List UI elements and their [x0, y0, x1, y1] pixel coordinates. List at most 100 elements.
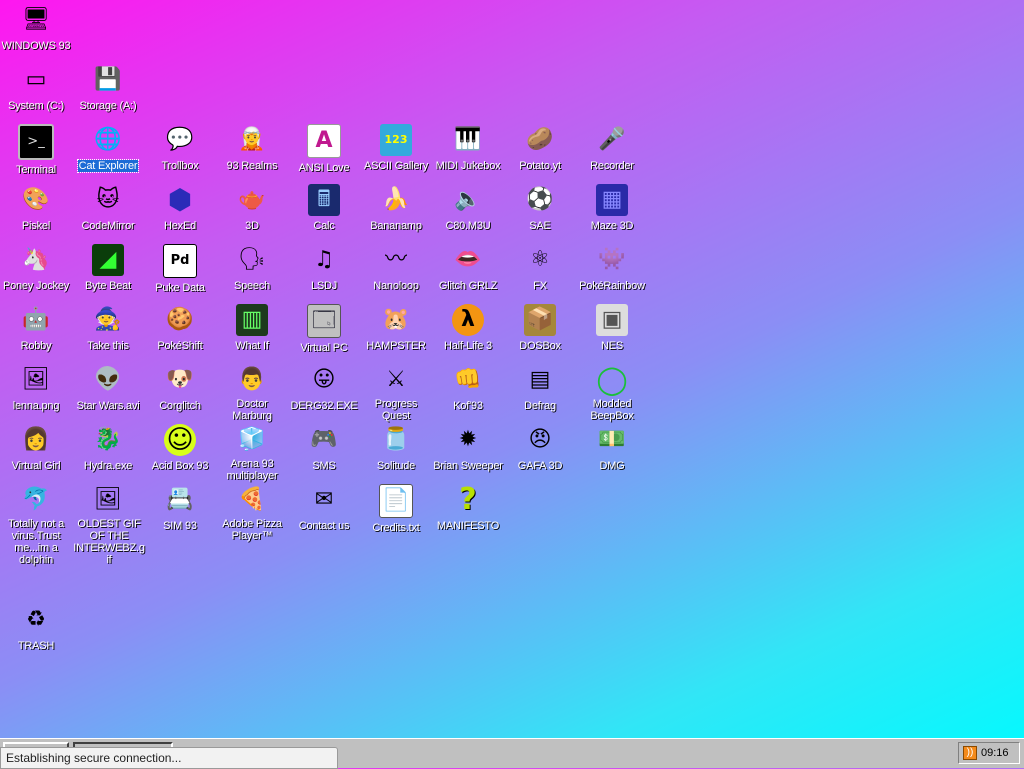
desktop-icon-virtual-pc[interactable]: 🗔 Virtual PC	[288, 304, 360, 356]
desktop-icon-lsdj[interactable]: ♫ LSDJ	[288, 244, 360, 294]
desktop-icon-label: Byte Beat	[85, 280, 131, 292]
desktop-icon-corglitch[interactable]: 🐶 Corglitch	[144, 364, 216, 414]
desktop-icon-c80m3u[interactable]: 🔈 C80.M3U	[432, 184, 504, 234]
desktop-icon-acid-box-93[interactable]: ☺ Acid Box 93	[144, 424, 216, 474]
desktop-icon-dolphin[interactable]: 🐬 Totally not a virus.Trust me...im a dol…	[0, 484, 72, 568]
desktop-icon-maze-3d[interactable]: ▦ Maze 3D	[576, 184, 648, 234]
desktop-icon-half-life-3[interactable]: λ Half-Life 3	[432, 304, 504, 354]
desktop-icon-label: MANIFESTO	[436, 520, 500, 532]
desktop-icon-93-realms[interactable]: 🧝 93 Realms	[216, 124, 288, 174]
desktop-icon-label: System (C:)	[8, 100, 64, 112]
maze-icon: ▦	[596, 184, 628, 216]
desktop-icon-pokeshift[interactable]: 🍪 PokéShift	[144, 304, 216, 354]
desktop-icon-dosbox[interactable]: 📦 DOSBox	[504, 304, 576, 354]
desktop-icon-brian-sweeper[interactable]: ✹ Brian Sweeper	[432, 424, 504, 474]
lambda-icon: λ	[452, 304, 484, 336]
desktop-icon-glitch-grlz[interactable]: 👄 Glitch GRLZ	[432, 244, 504, 294]
desktop-icon-midi-jukebox[interactable]: 🎹 MIDI Jukebox	[432, 124, 504, 174]
desktop-icon-oldest-gif[interactable]: 🖼 OLDEST GIF OF THE INTERWEBZ.gif	[72, 484, 145, 568]
desktop-icon-recorder[interactable]: 🎤 Recorder	[576, 124, 648, 174]
desktop-icon-contact-us[interactable]: ✉ Contact us	[288, 484, 360, 534]
desktop-icon-take-this[interactable]: 🧙 Take this	[72, 304, 144, 354]
desktop-icon-solitude[interactable]: 🫙 Solitude	[360, 424, 432, 474]
doctor-icon: 👨	[238, 367, 266, 392]
desktop-icon-bananamp[interactable]: 🍌 Bananamp	[360, 184, 432, 234]
desktop-icon-label: CodeMirror	[81, 220, 135, 232]
atom-icon: ⚛	[530, 247, 550, 272]
swords-icon: ⚔	[386, 367, 406, 392]
desktop-icon-sms[interactable]: 🎮 SMS	[288, 424, 360, 474]
desktop-icon-arena-93[interactable]: 🧊 Arena 93 multiplayer	[216, 424, 288, 484]
lsdj-icon: ♫	[314, 247, 334, 272]
desktop-icon-trash[interactable]: ♻ TRASH	[0, 604, 72, 654]
desktop-icon-byte-beat[interactable]: ◢ Byte Beat	[72, 244, 144, 294]
pizza-icon: 🍕	[238, 487, 266, 512]
desktop-icon-label: ANSI Love	[298, 162, 350, 174]
desktop-icon-fx[interactable]: ⚛ FX	[504, 244, 576, 294]
desktop-icon-poney-jockey[interactable]: 🦄 Poney Jockey	[0, 244, 72, 294]
desktop-icon-label: WINDOWS 93	[1, 40, 71, 52]
desktop-icon-hexed[interactable]: ⬢ HexEd	[144, 184, 216, 234]
desktop-icon-3d[interactable]: 🫖 3D	[216, 184, 288, 234]
desktop-icon-trollbox[interactable]: 💬 Trollbox	[144, 124, 216, 174]
desktop-icon-label: C80.M3U	[445, 220, 491, 232]
desktop-icon-sim93[interactable]: 📇 SIM 93	[144, 484, 216, 534]
desktop-icon-derg32[interactable]: 😛 DERG32.EXE	[288, 364, 360, 414]
status-bar: Establishing secure connection...	[0, 747, 338, 769]
lips-icon: 👄	[454, 247, 482, 272]
desktop-icon-piskel[interactable]: 🎨 Piskel	[0, 184, 72, 234]
desktop-icon-ansi-love[interactable]: A ANSI Love	[288, 124, 360, 176]
desktop-icon-gafa-3d[interactable]: 😠 GAFA 3D	[504, 424, 576, 474]
desktop-icon-defrag[interactable]: ▤ Defrag	[504, 364, 576, 414]
desktop-icon-what-if[interactable]: ▥ What If	[216, 304, 288, 354]
desktop-icon-kof93[interactable]: 👊 Kof'93	[432, 364, 504, 414]
desktop-icon-label: Cat Explorer	[76, 159, 140, 173]
desktop-icon-nanoloop[interactable]: 〰 Nanoloop	[360, 244, 432, 294]
desktop-icon-ascii-gallery[interactable]: 123 ASCII Gallery	[360, 124, 432, 174]
desktop-icon-label: What If	[235, 340, 269, 352]
desktop-icon-dmg[interactable]: 💵 DMG	[576, 424, 648, 474]
pokeshift-icon: 🍪	[166, 307, 194, 332]
desktop-icon-windows93[interactable]: 🖥 WINDOWS 93	[0, 4, 72, 54]
desktop-icon-label: Progress Quest	[374, 398, 418, 422]
desktop-icon-star-wars[interactable]: 👽 Star Wars.avi	[72, 364, 144, 414]
desktop-icon-cat-explorer[interactable]: 🌐 Cat Explorer	[72, 124, 144, 174]
arena-cube-icon: 🧊	[238, 427, 266, 452]
desktop-icon-label: ASCII Gallery	[363, 160, 429, 172]
desktop-icon-puke-data[interactable]: Pd Puke Data	[144, 244, 216, 296]
desktop-icon-credits[interactable]: 📄 Credits.txt	[360, 484, 432, 536]
desktop-icon-label: Solitude	[376, 460, 416, 472]
desktop-icon-terminal[interactable]: >_ Terminal	[0, 124, 72, 178]
desktop-icon-sae[interactable]: ⚽ SAE	[504, 184, 576, 234]
desktop-icon-hampster[interactable]: 🐹 HAMPSTER	[360, 304, 432, 354]
desktop-icon-virtual-girl[interactable]: 👩 Virtual Girl	[0, 424, 72, 474]
desktop-icon-storage-a[interactable]: 💾 Storage (A:)	[72, 64, 144, 114]
desktop-icon-speech[interactable]: 🗣 Speech	[216, 244, 288, 294]
desktop-icon-manifesto[interactable]: ? MANIFESTO	[432, 484, 504, 534]
girl-icon: 👩	[22, 427, 50, 452]
desktop-icon-pokerainbow[interactable]: 👾 PokéRainbow	[576, 244, 648, 294]
desktop-icon-hydra-exe[interactable]: 🐉 Hydra.exe	[72, 424, 144, 474]
desktop-icon-doctor-marburg[interactable]: 👨 Doctor Marburg	[216, 364, 288, 424]
master-system-icon: 🎮	[310, 427, 338, 452]
desktop-icon-calc[interactable]: 🖩 Calc	[288, 184, 360, 234]
cat-explorer-icon: 🌐	[94, 127, 122, 152]
desktop-icon-label: DMG	[599, 460, 625, 472]
desktop-icon-adobe-pizza[interactable]: 🍕 Adobe Pizza Player™	[216, 484, 288, 544]
desktop-icon-codemirror[interactable]: 🐱 CodeMirror	[72, 184, 144, 234]
desktop-icon-lenna-png[interactable]: 🖼 lenna.png	[0, 364, 72, 414]
rss-icon[interactable]: ))	[963, 746, 977, 760]
desktop-icon-modded-beepbox[interactable]: ◯ Modded BeepBox	[576, 364, 648, 424]
desktop-icon-system-c[interactable]: ▭ System (C:)	[0, 64, 72, 114]
desktop-icon-nes[interactable]: ▣ NES	[576, 304, 648, 354]
defrag-icon: ▤	[529, 367, 551, 392]
desktop-icon-label: lenna.png	[12, 400, 60, 412]
desktop-icon-robby[interactable]: 🤖 Robby	[0, 304, 72, 354]
desktop-icon-progress-quest[interactable]: ⚔ Progress Quest	[360, 364, 432, 424]
desktop-icon-label: DERG32.EXE	[290, 400, 358, 412]
whatif-icon: ▥	[236, 304, 268, 336]
desktop-icon-potato-yt[interactable]: 🥔 Potato.yt	[504, 124, 576, 174]
desktop-icon-label: Storage (A:)	[79, 100, 137, 112]
desktop-icon-label: Doctor Marburg	[232, 398, 272, 422]
desktop-icon-label: NES	[600, 340, 624, 352]
